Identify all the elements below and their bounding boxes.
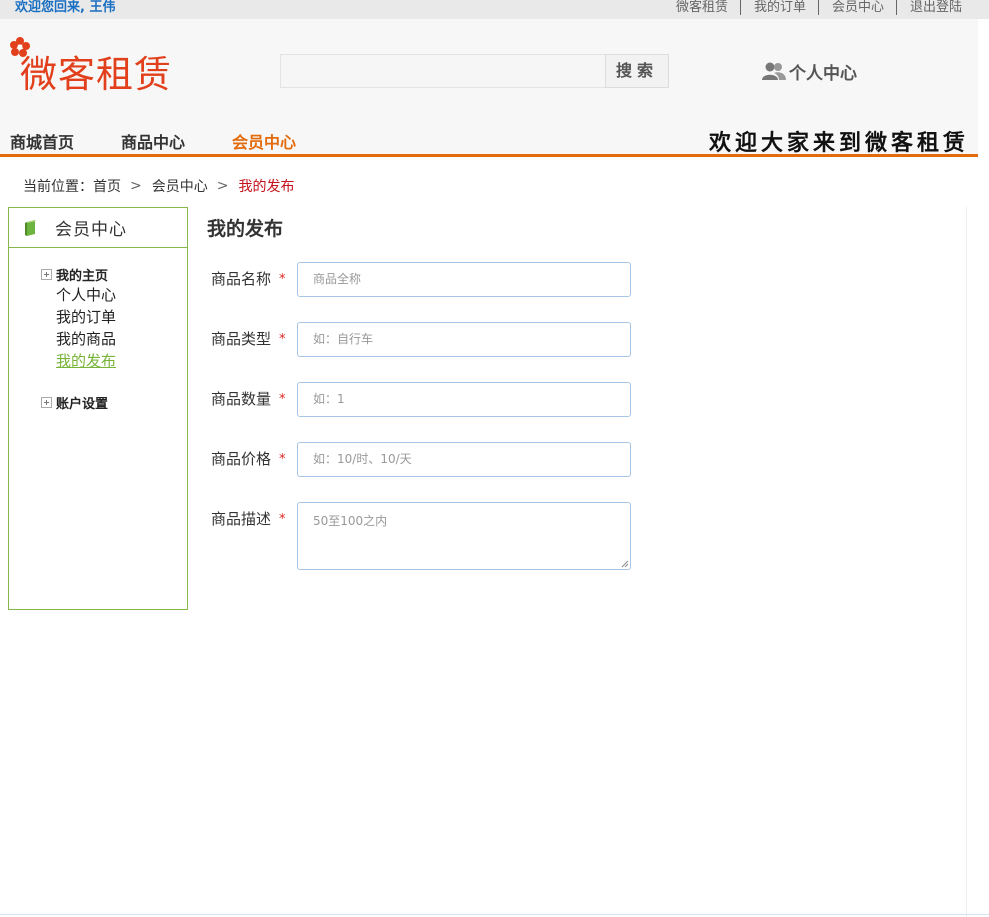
top-link-home[interactable]: 微客租赁 — [676, 0, 740, 15]
top-link-member-center[interactable]: 会员中心 — [817, 0, 896, 15]
breadcrumb-separator: > — [130, 178, 142, 194]
field-label-text: 商品类型 — [211, 330, 272, 348]
content-border — [966, 207, 967, 917]
required-mark: * — [279, 332, 286, 347]
field-label-text: 商品名称 — [211, 270, 272, 288]
sidebar-title: 会员中心 — [55, 220, 127, 240]
product-description-wrapper: 50至100之内 — [297, 502, 631, 570]
field-label: 商品描述 * — [211, 502, 297, 570]
field-label: 商品名称 * — [211, 262, 297, 297]
sidebar-group-label: 账户设置 — [56, 397, 109, 412]
search-input[interactable] — [280, 54, 606, 88]
users-icon — [762, 62, 786, 80]
product-description-textarea[interactable]: 50至100之内 — [297, 502, 631, 570]
product-type-input[interactable]: 如：自行车 — [297, 322, 631, 357]
top-link-logout[interactable]: 退出登陆 — [895, 0, 962, 15]
logo-text: 微客租赁 — [20, 53, 172, 96]
sidebar-group-my-home: 我的主页 个人中心 我的订单 我的商品 我的发布 — [41, 265, 116, 372]
breadcrumb-home[interactable]: 首页 — [93, 176, 121, 196]
field-label: 商品数量 * — [211, 382, 297, 417]
breadcrumb-prefix: 当前位置： — [23, 179, 93, 195]
field-label-text: 商品描述 — [211, 510, 272, 528]
page-title: 我的发布 — [207, 218, 284, 240]
top-link-orders[interactable]: 我的订单 — [739, 0, 818, 15]
required-mark: * — [279, 272, 286, 287]
top-bar: 欢迎您回来, 王伟 微客租赁 我的订单 会员中心 退出登陆 — [0, 0, 989, 19]
sidebar-group-title-my-home[interactable]: 我的主页 — [41, 265, 116, 284]
expand-icon — [41, 269, 52, 280]
product-quantity-input[interactable]: 如：1 — [297, 382, 631, 417]
site-logo[interactable]: 微客租赁 — [6, 35, 171, 97]
breadcrumb-separator: > — [216, 178, 229, 194]
slogan: 欢迎大家来到微客租赁 — [708, 130, 969, 156]
sidebar-item-my-orders[interactable]: 我的订单 — [56, 306, 116, 328]
required-mark: * — [279, 452, 286, 467]
field-label-text: 商品价格 — [211, 450, 272, 468]
field-label: 商品价格 * — [211, 442, 297, 477]
breadcrumb: 当前位置： 首页 > 会员中心 > 我的发布 — [23, 176, 294, 196]
sidebar-header: 会员中心 — [9, 208, 187, 248]
site-header: 微客租赁 搜索 个人中心 商城首页 商品中心 会员中心 欢迎大家来到微客租赁 — [0, 19, 978, 157]
sidebar-group-title-account-settings[interactable]: 账户设置 — [41, 393, 108, 412]
resize-handle-icon[interactable] — [621, 560, 629, 568]
page-bottom-line — [0, 914, 989, 915]
personal-center-label: 个人中心 — [789, 63, 857, 84]
book-icon — [25, 219, 36, 236]
nav-item-mall-home[interactable]: 商城首页 — [10, 129, 74, 153]
sidebar-submenu: 个人中心 我的订单 我的商品 我的发布 — [56, 284, 116, 372]
nav-item-product-center[interactable]: 商品中心 — [121, 129, 185, 153]
sidebar-item-my-products[interactable]: 我的商品 — [56, 328, 116, 350]
form-row-product-type: 商品类型 * 如：自行车 — [211, 322, 631, 357]
required-mark: * — [279, 392, 286, 407]
required-mark: * — [279, 512, 286, 527]
form-row-product-quantity: 商品数量 * 如：1 — [211, 382, 631, 417]
form-row-product-description: 商品描述 * 50至100之内 — [211, 502, 631, 570]
search-button[interactable]: 搜索 — [605, 54, 669, 88]
top-links: 微客租赁 我的订单 会员中心 退出登陆 — [676, 0, 962, 15]
main-nav: 商城首页 商品中心 会员中心 — [10, 129, 343, 153]
breadcrumb-current: 我的发布 — [238, 179, 295, 195]
welcome-text: 欢迎您回来, 王伟 — [15, 0, 116, 15]
sidebar-group-account-settings: 账户设置 — [41, 393, 108, 412]
breadcrumb-member-center[interactable]: 会员中心 — [152, 176, 208, 196]
form-row-product-name: 商品名称 * 商品全称 — [211, 262, 631, 297]
personal-center-link[interactable]: 个人中心 — [761, 59, 857, 84]
field-label-text: 商品数量 — [211, 390, 272, 408]
sidebar-group-label: 我的主页 — [56, 269, 109, 284]
product-name-input[interactable]: 商品全称 — [297, 262, 631, 297]
product-price-input[interactable]: 如：10/时、10/天 — [297, 442, 631, 477]
expand-icon — [41, 397, 52, 408]
sidebar-item-my-publish[interactable]: 我的发布 — [56, 350, 116, 372]
field-label: 商品类型 * — [211, 322, 297, 357]
member-sidebar: 会员中心 我的主页 个人中心 我的订单 我的商品 我的发布 账户设置 — [8, 207, 188, 610]
nav-item-member-center[interactable]: 会员中心 — [232, 129, 296, 153]
sidebar-item-personal-center[interactable]: 个人中心 — [56, 284, 116, 306]
form-row-product-price: 商品价格 * 如：10/时、10/天 — [211, 442, 631, 477]
